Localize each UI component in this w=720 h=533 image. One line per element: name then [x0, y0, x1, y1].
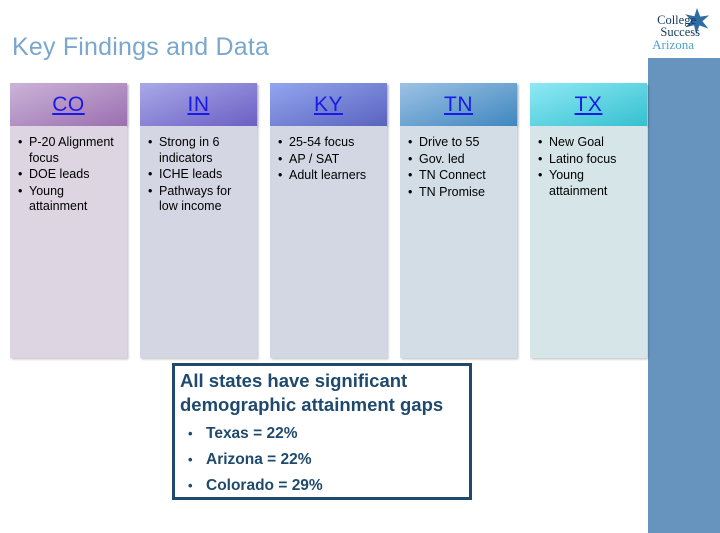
column-body-in: • Strong in 6 indicators • ICHE leads • Pathw… [140, 126, 257, 358]
right-accent-panel [648, 58, 720, 533]
logo-line-arizona: Arizona [652, 37, 694, 52]
column-header-tn[interactable]: TN [400, 83, 517, 126]
list-item: • AP / SAT [278, 151, 340, 166]
callout-stat-item: • Texas = 22% [180, 421, 480, 447]
page-title: Key Findings and Data [12, 33, 270, 61]
column-body-co: • P-20 Alignment focus • DOE leads • Young at… [10, 126, 127, 358]
column-bullet-list: • New Goal • Latino focus • Young attainment [535, 135, 643, 199]
bullet-icon: • [278, 151, 283, 166]
college-success-arizona-logo: College Success Arizona [626, 8, 712, 54]
callout-stats-list: • Texas = 22% • Arizona = 22% • Colorado = 29… [180, 421, 480, 499]
list-item: • TN Connect [408, 168, 486, 182]
bullet-icon: • [538, 168, 543, 182]
bullet-icon: • [538, 151, 543, 166]
logo-wordmark: College Success Arizona [626, 14, 712, 51]
bullet-icon: • [278, 168, 283, 182]
bullet-icon: • [408, 151, 413, 166]
bullet-icon: • [148, 135, 153, 149]
list-item: • ICHE leads [148, 167, 223, 181]
state-column-tn: TN • Drive to 55 • Gov. led • TN Connect • TN Pr… [400, 83, 517, 358]
callout-stat-item: • Colorado = 29% [180, 473, 480, 499]
state-findings-table: CO • P-20 Alignment focus • DOE leads • Young … [10, 83, 648, 358]
list-item: • DOE leads [18, 167, 90, 181]
list-item: • Gov. led [408, 151, 465, 166]
bullet-icon: • [18, 135, 23, 149]
column-header-label: TN [444, 92, 473, 116]
bullet-icon: • [188, 478, 193, 493]
bullet-icon: • [188, 452, 193, 467]
state-column-in: IN • Strong in 6 indicators • ICHE leads • Pat… [140, 83, 257, 358]
bullet-icon: • [408, 135, 413, 149]
column-bullet-list: • Strong in 6 indicators • ICHE leads • Pathw… [145, 135, 253, 215]
column-header-label: CO [52, 92, 85, 116]
list-item: • TN Promise [408, 184, 485, 199]
column-body-ky: • 25-54 focus • AP / SAT • Adult learners [270, 126, 387, 358]
list-item: • Young attainment [18, 183, 88, 214]
list-item: • Strong in 6 indicators [148, 135, 220, 165]
list-item: • Drive to 55 [408, 135, 480, 149]
bullet-icon: • [408, 168, 413, 182]
list-item: • Adult learners [278, 168, 367, 182]
callout-stat-item: • Arizona = 22% [180, 447, 480, 473]
column-header-ky[interactable]: KY [270, 83, 387, 126]
list-item: • Young attainment [538, 168, 608, 198]
bullet-icon: • [18, 167, 23, 181]
column-body-tx: • New Goal • Latino focus • Young attainment [530, 126, 647, 358]
bullet-icon: • [538, 135, 543, 149]
state-column-ky: KY • 25-54 focus • AP / SAT • Adult learners [270, 83, 387, 358]
column-bullet-list: • P-20 Alignment focus • DOE leads • Young at… [15, 135, 123, 215]
column-header-label: KY [313, 92, 343, 116]
bullet-icon: • [18, 183, 23, 198]
state-column-co: CO • P-20 Alignment focus • DOE leads • Young … [10, 83, 127, 358]
bullet-icon: • [148, 183, 153, 198]
bullet-icon: • [278, 135, 283, 149]
list-item: • 25-54 focus [278, 135, 355, 149]
column-body-tn: • Drive to 55 • Gov. led • TN Connect • TN Prom… [400, 126, 517, 358]
column-header-co[interactable]: CO [10, 83, 127, 126]
callout-heading: All states have significant demographic … [180, 370, 444, 415]
callout-box: All states have significant demographic … [180, 369, 480, 499]
column-header-tx[interactable]: TX [530, 83, 647, 126]
column-bullet-list: • Drive to 55 • Gov. led • TN Connect • TN Prom… [405, 135, 513, 200]
bullet-icon: • [408, 184, 413, 199]
bullet-icon: • [148, 167, 153, 181]
list-item: • New Goal [538, 135, 604, 149]
column-header-in[interactable]: IN [140, 83, 257, 126]
column-header-label: IN [187, 92, 210, 116]
bullet-icon: • [188, 426, 193, 441]
column-bullet-list: • 25-54 focus • AP / SAT • Adult learners [275, 135, 383, 184]
list-item: • Pathways for low income [148, 183, 232, 214]
list-item: • Latino focus [538, 151, 617, 166]
list-item: • P-20 Alignment focus [18, 135, 114, 165]
column-header-label: TX [574, 92, 603, 116]
state-column-tx: TX • New Goal • Latino focus • Young attainmen… [530, 83, 647, 358]
